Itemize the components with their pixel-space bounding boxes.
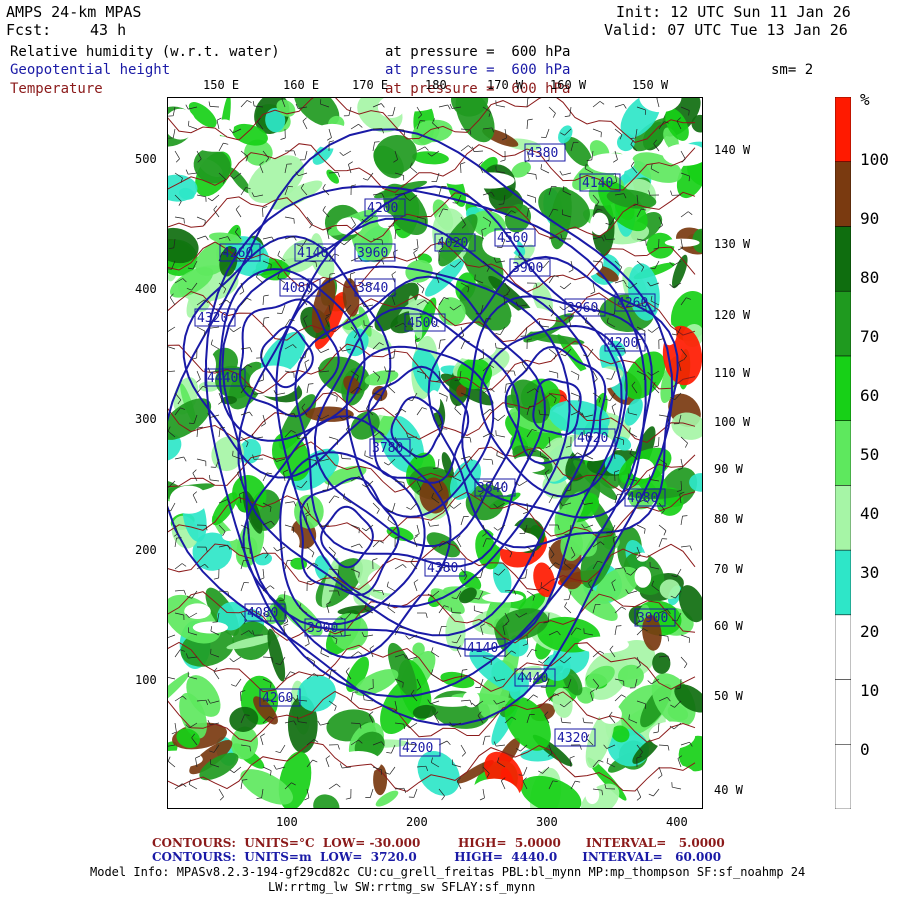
colorbar-level: 90	[860, 209, 880, 228]
svg-text:4080: 4080	[247, 606, 278, 621]
colorbar-segment	[834, 420, 852, 486]
x-tick-label: 200	[406, 815, 428, 829]
temp-pressure-label: at pressure = 600 hPa	[385, 81, 571, 97]
colorbar-level: 10	[860, 681, 880, 700]
svg-text:4020: 4020	[437, 236, 468, 251]
temp-contour-info: CONTOURS: UNITS=°C LOW= -30.000 HIGH= 5.…	[152, 836, 725, 850]
svg-text:4140: 4140	[297, 246, 328, 261]
svg-text:4320: 4320	[557, 731, 588, 746]
lon-label-right: 60 W	[714, 619, 743, 633]
svg-text:4500: 4500	[407, 316, 438, 331]
colorbar-level: 80	[860, 268, 880, 287]
lon-label-right: 120 W	[714, 308, 751, 322]
colorbar-level: 50	[860, 445, 880, 464]
colorbar-level: 70	[860, 327, 880, 346]
colorbar-level: 60	[860, 386, 880, 405]
svg-text:4320: 4320	[197, 311, 228, 326]
svg-text:3900: 3900	[512, 261, 543, 276]
colorbar-segment	[834, 744, 852, 810]
lon-label-right: 50 W	[714, 689, 743, 703]
svg-text:4260: 4260	[617, 296, 648, 311]
forecast-hour: 43 h	[90, 21, 127, 39]
model-info-2: LW:rrtmg_lw SW:rrtmg_sw SFLAY:sf_mynn	[268, 880, 536, 894]
temp-field-label: Temperature	[10, 81, 103, 97]
svg-text:3780: 3780	[372, 441, 403, 456]
colorbar-segment	[834, 355, 852, 421]
y-tick-label: 100	[135, 673, 157, 687]
lon-label-right: 40 W	[714, 783, 743, 797]
lon-label-right: 100 W	[714, 415, 751, 429]
svg-text:3960: 3960	[567, 301, 598, 316]
colorbar-segment	[834, 290, 852, 357]
colorbar-level: 0	[860, 740, 870, 759]
rh-pressure-label: at pressure = 600 hPa	[385, 44, 571, 60]
svg-text:3900: 3900	[637, 611, 668, 626]
lon-label-right: 110 W	[714, 366, 751, 380]
lon-label-top: 180	[425, 78, 447, 92]
colorbar-level: 40	[860, 504, 880, 523]
valid-time: Valid: 07 UTC Tue 13 Jan 26	[604, 21, 848, 39]
lon-label-top: 170 E	[352, 78, 389, 92]
model-info: Model Info: MPASv8.2.3-194-gf29cd82c CU:…	[90, 865, 806, 879]
svg-text:4260: 4260	[222, 246, 253, 261]
svg-text:3900: 3900	[307, 621, 338, 636]
x-tick-label: 100	[276, 815, 298, 829]
colorbar-level: 20	[860, 622, 880, 641]
lon-label-right: 80 W	[714, 512, 743, 526]
svg-text:3840: 3840	[477, 481, 508, 496]
colorbar-unit: %	[860, 90, 870, 109]
colorbar-segment	[834, 96, 852, 162]
gh-contour-info: CONTOURS: UNITS=m LOW= 3720.0 HIGH= 4440…	[152, 850, 722, 864]
lon-label-top: 160 E	[283, 78, 320, 92]
y-tick-label: 200	[135, 543, 157, 557]
gh-pressure-label: at pressure = 600 hPa	[385, 62, 571, 78]
lon-label-right: 140 W	[714, 143, 751, 157]
svg-text:4260: 4260	[262, 691, 293, 706]
colorbar-segment	[834, 485, 852, 551]
colorbar-segment	[834, 549, 852, 616]
svg-text:4380: 4380	[527, 146, 558, 161]
colorbar-level: 100	[860, 150, 889, 169]
svg-text:4080: 4080	[627, 491, 658, 506]
lon-label-right: 130 W	[714, 237, 751, 251]
y-tick-label: 300	[135, 412, 157, 426]
rh-field-label: Relative humidity (w.r.t. water)	[10, 44, 280, 60]
forecast-label: Fcst:	[6, 21, 52, 39]
colorbar-segment	[834, 226, 852, 292]
colorbar-level: 30	[860, 563, 880, 582]
smoothing-label: sm= 2	[771, 62, 814, 78]
colorbar	[834, 96, 852, 810]
svg-text:4020: 4020	[577, 431, 608, 446]
svg-text:4200: 4200	[367, 201, 398, 216]
lon-label-right: 70 W	[714, 562, 743, 576]
svg-text:3960: 3960	[357, 246, 388, 261]
svg-text:3840: 3840	[357, 281, 388, 296]
weather-map: 4380 4200 3900 4260 4140 3960 4080 4020 3840 4320…	[167, 97, 703, 809]
svg-text:4560: 4560	[497, 231, 528, 246]
init-time: Init: 12 UTC Sun 11 Jan 26	[616, 3, 851, 21]
y-tick-label: 400	[135, 282, 157, 296]
svg-text:4080: 4080	[282, 281, 313, 296]
svg-text:4200: 4200	[607, 336, 638, 351]
colorbar-segment	[834, 679, 852, 745]
lon-label-right: 90 W	[714, 462, 743, 476]
svg-text:4140: 4140	[582, 176, 613, 191]
lon-label-top: 170 W	[487, 78, 524, 92]
svg-text:4200: 4200	[402, 741, 433, 756]
colorbar-segment	[834, 161, 852, 227]
colorbar-segment	[834, 614, 852, 680]
svg-text:4440: 4440	[207, 371, 238, 386]
svg-text:4380: 4380	[427, 561, 458, 576]
lon-label-top: 160 W	[550, 78, 587, 92]
model-title: AMPS 24-km MPAS	[6, 3, 142, 21]
y-tick-label: 500	[135, 152, 157, 166]
map-panel: 4380 4200 3900 4260 4140 3960 4080 4020 3840 4320…	[167, 97, 703, 809]
svg-text:4140: 4140	[467, 641, 498, 656]
lon-label-top: 150 E	[203, 78, 240, 92]
svg-text:4440: 4440	[517, 671, 548, 686]
lon-label-top: 150 W	[632, 78, 669, 92]
gh-field-label: Geopotential height	[10, 62, 171, 78]
x-tick-label: 400	[666, 815, 688, 829]
x-tick-label: 300	[536, 815, 558, 829]
